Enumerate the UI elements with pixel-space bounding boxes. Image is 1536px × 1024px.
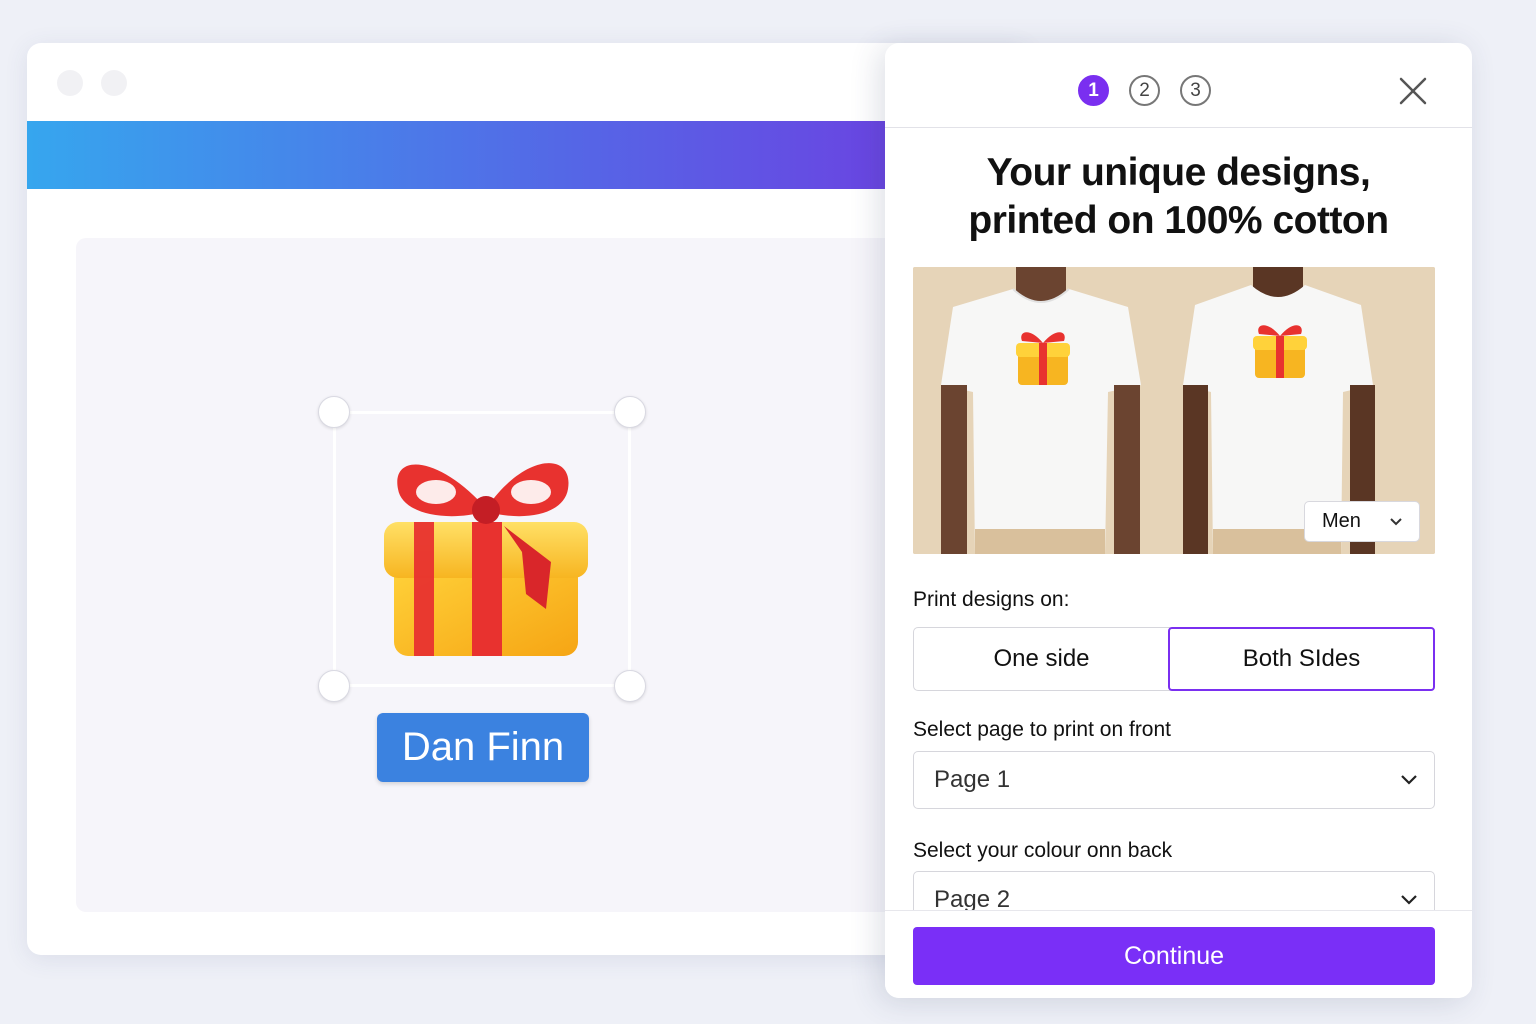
back-page-label: Select your colour onn back: [913, 839, 1173, 862]
title-line-2: printed on 100% cotton: [968, 199, 1389, 242]
design-canvas[interactable]: Dan Finn: [76, 238, 976, 912]
name-text-element[interactable]: Dan Finn: [377, 713, 589, 782]
front-page-value: Page 1: [934, 766, 1011, 793]
title-line-1: Your unique designs,: [986, 151, 1371, 194]
chevron-down-icon: [1401, 775, 1417, 785]
chevron-down-icon: [1390, 517, 1402, 525]
editor-window: Dan Finn: [27, 43, 1027, 955]
panel-title: Your unique designs, printed on 100% cot…: [885, 149, 1472, 245]
panel-footer: Continue: [885, 910, 1472, 998]
resize-handle-top-right[interactable]: [614, 396, 646, 428]
front-page-select[interactable]: Page 1: [913, 751, 1435, 809]
gift-icon[interactable]: [376, 434, 596, 664]
resize-handle-bottom-right[interactable]: [614, 670, 646, 702]
header-gradient-bar: [27, 121, 1027, 189]
step-3[interactable]: 3: [1180, 75, 1211, 106]
close-icon[interactable]: [1398, 76, 1428, 106]
print-options-panel: 1 2 3 Your unique designs, printed on 10…: [885, 43, 1472, 998]
gender-select[interactable]: Men: [1304, 501, 1420, 542]
chevron-down-icon: [1401, 895, 1417, 905]
one-side-option[interactable]: One side: [913, 627, 1170, 691]
step-indicator: 1 2 3: [1078, 75, 1211, 106]
step-1[interactable]: 1: [1078, 75, 1109, 106]
window-control-dot[interactable]: [101, 70, 127, 96]
header-divider: [885, 127, 1472, 128]
print-on-label: Print designs on:: [913, 588, 1070, 611]
window-control-dot[interactable]: [57, 70, 83, 96]
step-2[interactable]: 2: [1129, 75, 1160, 106]
selection-box[interactable]: [318, 396, 646, 702]
resize-handle-bottom-left[interactable]: [318, 670, 350, 702]
both-sides-option[interactable]: Both SIdes: [1168, 627, 1435, 691]
gender-select-value: Men: [1322, 510, 1361, 532]
continue-button[interactable]: Continue: [913, 927, 1435, 985]
front-page-label: Select page to print on front: [913, 718, 1171, 741]
resize-handle-top-left[interactable]: [318, 396, 350, 428]
tshirt-preview-image: Men: [913, 267, 1435, 554]
